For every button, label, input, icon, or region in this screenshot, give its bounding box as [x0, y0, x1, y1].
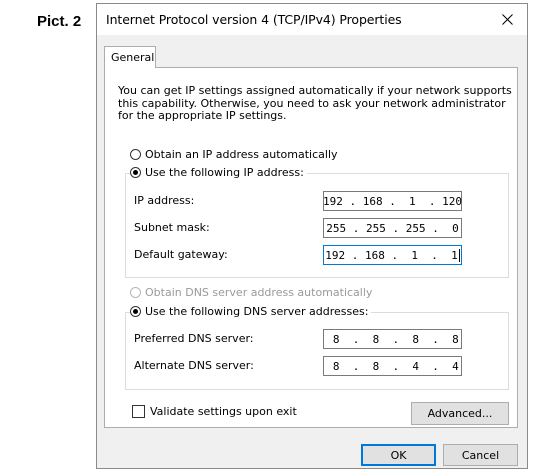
preferred-dns-label: Preferred DNS server:	[134, 332, 254, 345]
default-gateway-input[interactable]: 192 . 168 . 1 . 1	[323, 245, 462, 265]
advanced-button[interactable]: Advanced...	[411, 402, 509, 425]
radio-indicator	[130, 149, 141, 160]
validate-label: Validate settings upon exit	[150, 405, 297, 418]
subnet-mask-label: Subnet mask:	[134, 221, 210, 234]
ok-button[interactable]: OK	[361, 444, 436, 466]
radio-label: Use the following DNS server addresses:	[145, 305, 369, 318]
use-following-ip-radio[interactable]: Use the following IP address:	[130, 166, 307, 179]
radio-indicator	[130, 306, 141, 317]
alternate-dns-label: Alternate DNS server:	[134, 359, 254, 372]
dns-server-group	[125, 312, 509, 390]
close-button[interactable]	[487, 4, 527, 35]
preferred-dns-input[interactable]: 8 . 8 . 8 . 8	[323, 329, 462, 349]
properties-dialog: Internet Protocol version 4 (TCP/IPv4) P…	[96, 3, 528, 469]
radio-indicator	[130, 167, 141, 178]
validate-checkbox[interactable]	[132, 405, 145, 418]
alternate-dns-input[interactable]: 8 . 8 . 4 . 4	[323, 356, 462, 376]
obtain-ip-auto-radio[interactable]: Obtain an IP address automatically	[130, 148, 338, 161]
radio-indicator	[130, 287, 141, 298]
window-title: Internet Protocol version 4 (TCP/IPv4) P…	[106, 12, 402, 27]
description-text: You can get IP settings assigned automat…	[118, 84, 512, 122]
default-gateway-label: Default gateway:	[134, 248, 228, 261]
tab-general[interactable]: General	[104, 46, 156, 68]
cancel-button[interactable]: Cancel	[443, 444, 518, 466]
radio-label: Obtain DNS server address automatically	[145, 286, 373, 299]
radio-label: Obtain an IP address automatically	[145, 148, 338, 161]
general-tab-panel: You can get IP settings assigned automat…	[104, 67, 518, 428]
use-following-dns-radio[interactable]: Use the following DNS server addresses:	[130, 305, 372, 318]
figure-label: Pict. 2	[37, 13, 82, 30]
title-bar[interactable]: Internet Protocol version 4 (TCP/IPv4) P…	[97, 4, 527, 35]
text-caret	[458, 248, 460, 262]
radio-label: Use the following IP address:	[145, 166, 304, 179]
obtain-dns-auto-radio[interactable]: Obtain DNS server address automatically	[130, 286, 372, 299]
subnet-mask-input[interactable]: 255 . 255 . 255 . 0	[323, 218, 462, 238]
close-icon	[501, 14, 513, 25]
ip-address-label: IP address:	[134, 194, 195, 207]
ip-address-input[interactable]: 192 . 168 . 1 . 120	[323, 191, 462, 211]
